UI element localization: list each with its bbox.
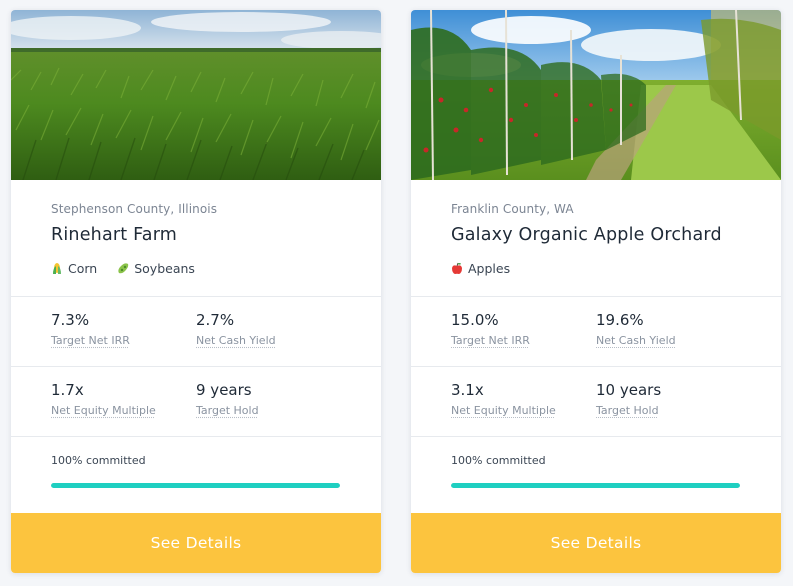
progress-fill xyxy=(51,483,340,488)
crop-tag: Corn xyxy=(51,261,97,276)
see-details-button[interactable]: See Details xyxy=(11,513,381,573)
stat-value: 2.7% xyxy=(196,311,235,329)
stat-label[interactable]: Target Hold xyxy=(196,404,259,417)
stat-label[interactable]: Net Cash Yield xyxy=(596,334,676,347)
stat-target-hold: 9 years Target Hold xyxy=(196,367,341,436)
stats-row: 1.7x Net Equity Multiple 9 years Target … xyxy=(11,367,381,437)
stat-value: 10 years xyxy=(596,381,662,399)
stat-net-equity-multiple: 3.1x Net Equity Multiple xyxy=(451,367,596,436)
stat-value: 1.7x xyxy=(51,381,84,399)
crop-label: Soybeans xyxy=(134,261,195,276)
stat-value: 9 years xyxy=(196,381,252,399)
apple-icon xyxy=(452,262,462,274)
location-text: Stephenson County, Illinois xyxy=(51,202,218,216)
location-text: Franklin County, WA xyxy=(451,202,574,216)
crop-tag: Apples xyxy=(451,261,510,276)
soybean-icon xyxy=(118,263,129,274)
crop-list: Corn Soybeans xyxy=(51,261,341,276)
progress-text: 100% committed xyxy=(451,454,546,467)
stats-row: 3.1x Net Equity Multiple 10 years Target… xyxy=(411,367,781,437)
stat-label[interactable]: Target Net IRR xyxy=(51,334,130,347)
progress-bar xyxy=(51,483,340,488)
corn-icon xyxy=(53,263,61,274)
funding-progress: 100% committed xyxy=(411,437,781,512)
stat-net-equity-multiple: 1.7x Net Equity Multiple xyxy=(51,367,196,436)
progress-fill xyxy=(451,483,740,488)
offering-card[interactable]: Stephenson County, Illinois Rinehart Far… xyxy=(11,10,381,573)
crop-label: Corn xyxy=(68,261,98,276)
apple-orchard-photo xyxy=(411,10,781,180)
offering-card[interactable]: Franklin County, WA Galaxy Organic Apple… xyxy=(411,10,781,573)
card-header: Franklin County, WA Galaxy Organic Apple… xyxy=(411,180,781,297)
see-details-button[interactable]: See Details xyxy=(411,513,781,573)
stat-target-net-irr: 15.0% Target Net IRR xyxy=(451,297,596,366)
crop-list: Apples xyxy=(451,261,741,276)
stat-label[interactable]: Net Cash Yield xyxy=(196,334,276,347)
stats-row: 15.0% Target Net IRR 19.6% Net Cash Yiel… xyxy=(411,297,781,367)
farm-title: Rinehart Farm xyxy=(51,225,178,245)
stat-target-net-irr: 7.3% Target Net IRR xyxy=(51,297,196,366)
progress-text: 100% committed xyxy=(51,454,146,467)
card-header: Stephenson County, Illinois Rinehart Far… xyxy=(11,180,381,297)
stats-row: 7.3% Target Net IRR 2.7% Net Cash Yield xyxy=(11,297,381,367)
stat-net-cash-yield: 19.6% Net Cash Yield xyxy=(596,297,741,366)
stat-value: 3.1x xyxy=(451,381,484,399)
stat-label[interactable]: Target Net IRR xyxy=(451,334,530,347)
stat-value: 19.6% xyxy=(596,311,644,329)
farm-title: Galaxy Organic Apple Orchard xyxy=(451,225,722,245)
crop-label: Apples xyxy=(468,261,511,276)
cornfield-photo xyxy=(11,10,381,180)
stat-label[interactable]: Net Equity Multiple xyxy=(51,404,156,417)
funding-progress: 100% committed xyxy=(11,437,381,512)
offerings-grid: Stephenson County, Illinois Rinehart Far… xyxy=(0,0,793,586)
crop-tag: Soybeans xyxy=(117,261,195,276)
stat-target-hold: 10 years Target Hold xyxy=(596,367,741,436)
stat-label[interactable]: Net Equity Multiple xyxy=(451,404,556,417)
stat-value: 7.3% xyxy=(51,311,90,329)
progress-bar xyxy=(451,483,740,488)
stat-value: 15.0% xyxy=(451,311,499,329)
stat-net-cash-yield: 2.7% Net Cash Yield xyxy=(196,297,341,366)
stat-label[interactable]: Target Hold xyxy=(596,404,659,417)
